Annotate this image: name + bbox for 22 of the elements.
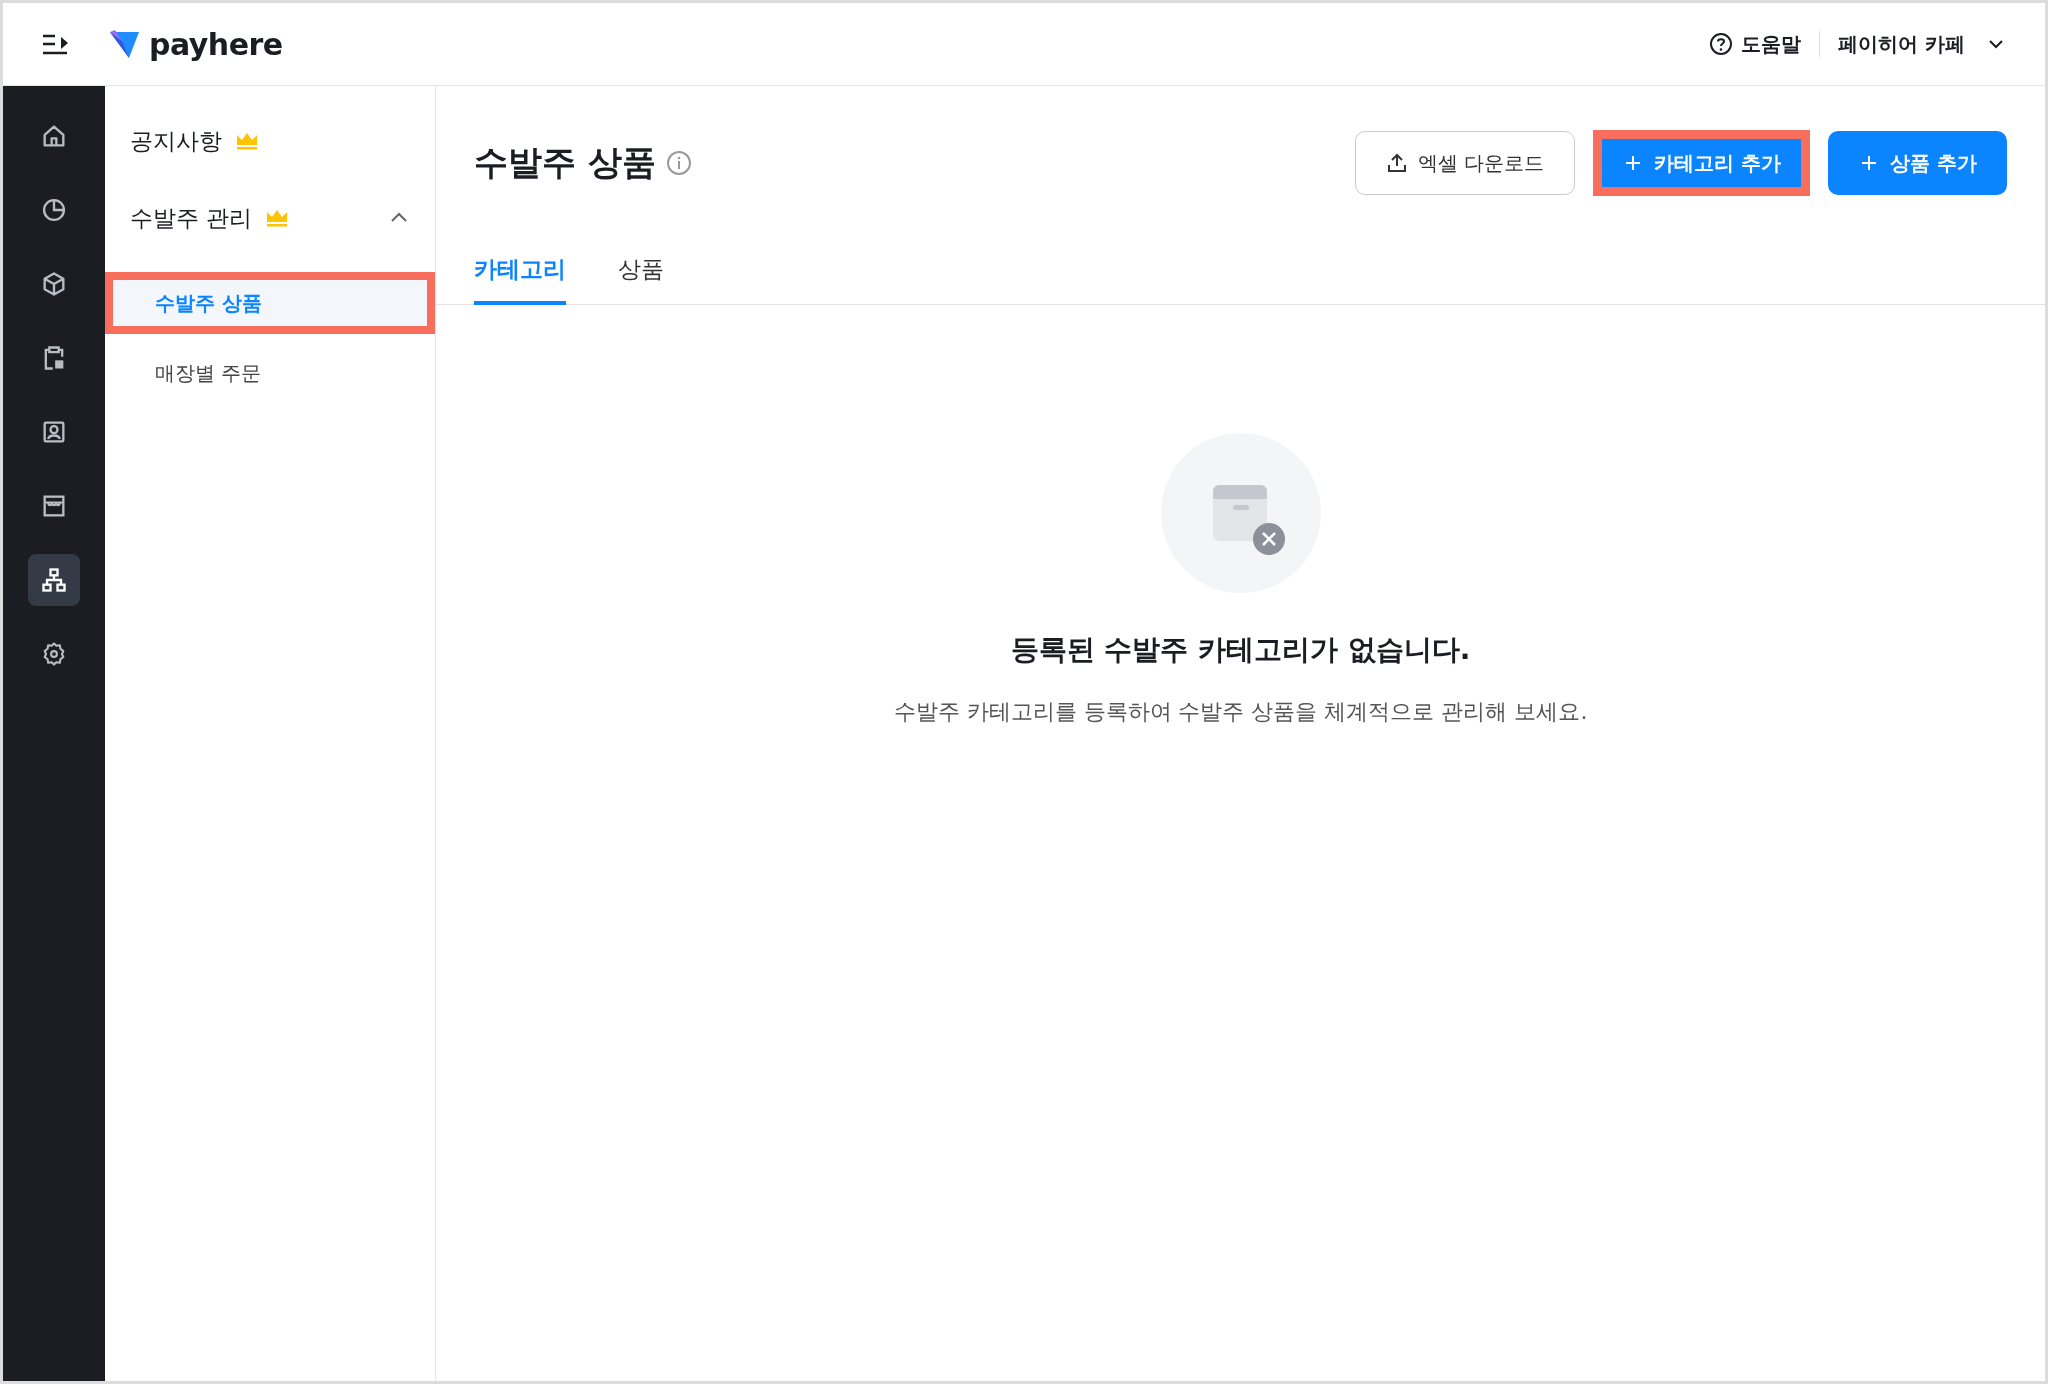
sidebar-group[interactable]: 수발주 관리 xyxy=(105,195,435,241)
sidebar-item[interactable]: 매장별 주문 xyxy=(105,342,435,404)
tab[interactable]: 카테고리 xyxy=(474,254,566,305)
empty-state-message: 수발주 카테고리를 등록하여 수발주 상품을 체계적으로 관리해 보세요. xyxy=(893,697,1588,726)
store-selector[interactable]: 페이히어 카페 xyxy=(1838,30,2005,58)
tab[interactable]: 상품 xyxy=(618,254,664,305)
empty-state-title: 등록된 수발주 카테고리가 없습니다. xyxy=(1010,631,1471,668)
page-title: 수발주 상품 xyxy=(474,141,656,184)
hierarchy-icon xyxy=(40,566,68,594)
nav-rail-item[interactable] xyxy=(28,554,80,606)
logo-icon xyxy=(109,29,141,59)
action-button[interactable]: 카테고리 추가 xyxy=(1593,130,1811,196)
help-icon xyxy=(1709,32,1734,56)
empty-box-icon xyxy=(1160,432,1321,593)
help-link[interactable]: 도움말 xyxy=(1709,30,1802,58)
action-button[interactable]: 상품 추가 xyxy=(1828,131,2007,195)
logo-text: payhere xyxy=(149,26,283,62)
info-icon[interactable] xyxy=(665,150,692,176)
action-button[interactable]: 엑셀 다운로드 xyxy=(1354,131,1576,195)
sidebar-group[interactable]: 공지사항 xyxy=(105,118,435,164)
upload-icon xyxy=(1385,152,1408,174)
pie-chart-icon xyxy=(40,196,68,224)
